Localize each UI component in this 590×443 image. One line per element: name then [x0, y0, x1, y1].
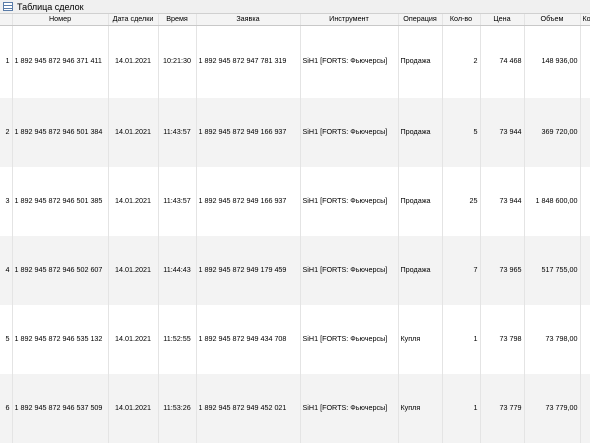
table-row[interactable]: 41 892 945 872 946 502 607 14.01.2021 11:4…: [0, 235, 590, 305]
column-header-volume[interactable]: Объем: [524, 14, 581, 26]
cell-price: 74 468: [480, 25, 525, 98]
cell-quantity: 7: [442, 235, 481, 305]
table-icon: [3, 2, 13, 11]
cell-operation: Купля: [398, 373, 443, 443]
cell-volume: 73 798,00: [524, 304, 581, 374]
cell-order-number: 1 892 945 872 949 166 937: [196, 166, 301, 236]
cell-trade-date: 14.01.2021: [108, 304, 159, 374]
table-row[interactable]: 11 892 945 872 946 371 411 14.01.2021 10:2…: [0, 25, 590, 98]
cell-operation: Продажа: [398, 166, 443, 236]
table-header-row: Номер Дата сделки Время Заявка Инструмен…: [0, 14, 590, 26]
cell-trade-number: 1 892 945 872 946 502 607: [12, 235, 109, 305]
cell-trade-time: 11:52:55: [158, 304, 197, 374]
cell-price: 73 944: [480, 97, 525, 167]
cell-trade-time: 11:44:43: [158, 235, 197, 305]
table-row[interactable]: 21 892 945 872 946 501 384 14.01.2021 11:4…: [0, 97, 590, 167]
cell-instrument: SiH1 [FORTS: Фьючерсы]: [300, 235, 399, 305]
cell-quantity: 1: [442, 304, 481, 374]
cell-row-index: 1: [0, 25, 13, 98]
cell-trade-date: 14.01.2021: [108, 373, 159, 443]
cell-price: 73 944: [480, 166, 525, 236]
column-header-truncated[interactable]: Ко: [580, 14, 590, 26]
cell-trade-date: 14.01.2021: [108, 166, 159, 236]
cell-trade-number: 1 892 945 872 946 501 385: [12, 166, 109, 236]
cell-instrument: SiH1 [FORTS: Фьючерсы]: [300, 166, 399, 236]
window-title: Таблица сделок: [17, 1, 84, 12]
column-header-index[interactable]: [0, 14, 13, 26]
cell-extra: [580, 304, 590, 374]
cell-quantity: 2: [442, 25, 481, 98]
cell-extra: [580, 97, 590, 167]
cell-operation: Продажа: [398, 97, 443, 167]
cell-instrument: SiH1 [FORTS: Фьючерсы]: [300, 97, 399, 167]
cell-trade-number: 1 892 945 872 946 501 384: [12, 97, 109, 167]
cell-price: 73 779: [480, 373, 525, 443]
cell-trade-time: 10:21:30: [158, 25, 197, 98]
cell-trade-time: 11:53:26: [158, 373, 197, 443]
cell-trade-number: 1 892 945 872 946 371 411: [12, 25, 109, 98]
table-body: 11 892 945 872 946 371 411 14.01.2021 10:2…: [0, 25, 590, 443]
column-header-trade-date[interactable]: Дата сделки: [108, 14, 159, 26]
cell-extra: [580, 235, 590, 305]
table-row[interactable]: 61 892 945 872 946 537 509 14.01.2021 11:5…: [0, 373, 590, 443]
window-titlebar[interactable]: Таблица сделок: [0, 0, 590, 14]
cell-trade-time: 11:43:57: [158, 97, 197, 167]
cell-trade-date: 14.01.2021: [108, 97, 159, 167]
cell-row-index: 5: [0, 304, 13, 374]
column-header-order[interactable]: Заявка: [196, 14, 301, 26]
cell-quantity: 5: [442, 97, 481, 167]
cell-trade-time: 11:43:57: [158, 166, 197, 236]
column-header-instrument[interactable]: Инструмент: [300, 14, 399, 26]
cell-order-number: 1 892 945 872 949 434 708: [196, 304, 301, 374]
cell-row-index: 2: [0, 97, 13, 167]
cell-price: 73 798: [480, 304, 525, 374]
trades-window: Таблица сделок Номер Дата сделки Время З…: [0, 0, 590, 443]
cell-quantity: 1: [442, 373, 481, 443]
cell-operation: Купля: [398, 304, 443, 374]
table-row[interactable]: 51 892 945 872 946 535 132 14.01.2021 11:5…: [0, 304, 590, 374]
cell-volume: 369 720,00: [524, 97, 581, 167]
cell-order-number: 1 892 945 872 949 166 937: [196, 97, 301, 167]
cell-operation: Продажа: [398, 235, 443, 305]
cell-instrument: SiH1 [FORTS: Фьючерсы]: [300, 373, 399, 443]
column-header-operation[interactable]: Операция: [398, 14, 443, 26]
column-header-time[interactable]: Время: [158, 14, 197, 26]
cell-order-number: 1 892 945 872 947 781 319: [196, 25, 301, 98]
column-header-price[interactable]: Цена: [480, 14, 525, 26]
cell-trade-date: 14.01.2021: [108, 25, 159, 98]
cell-volume: 148 936,00: [524, 25, 581, 98]
cell-row-index: 6: [0, 373, 13, 443]
cell-quantity: 25: [442, 166, 481, 236]
cell-volume: 73 779,00: [524, 373, 581, 443]
cell-extra: [580, 373, 590, 443]
cell-volume: 1 848 600,00: [524, 166, 581, 236]
column-header-number[interactable]: Номер: [12, 14, 109, 26]
cell-price: 73 965: [480, 235, 525, 305]
cell-row-index: 3: [0, 166, 13, 236]
table-row[interactable]: 31 892 945 872 946 501 385 14.01.2021 11:4…: [0, 166, 590, 236]
column-header-quantity[interactable]: Кол-во: [442, 14, 481, 26]
trades-table: Номер Дата сделки Время Заявка Инструмен…: [0, 14, 590, 443]
cell-trade-number: 1 892 945 872 946 535 132: [12, 304, 109, 374]
cell-trade-number: 1 892 945 872 946 537 509: [12, 373, 109, 443]
cell-order-number: 1 892 945 872 949 452 021: [196, 373, 301, 443]
cell-row-index: 4: [0, 235, 13, 305]
cell-extra: [580, 166, 590, 236]
cell-extra: [580, 25, 590, 98]
cell-volume: 517 755,00: [524, 235, 581, 305]
cell-operation: Продажа: [398, 25, 443, 98]
cell-instrument: SiH1 [FORTS: Фьючерсы]: [300, 304, 399, 374]
cell-order-number: 1 892 945 872 949 179 459: [196, 235, 301, 305]
cell-instrument: SiH1 [FORTS: Фьючерсы]: [300, 25, 399, 98]
cell-trade-date: 14.01.2021: [108, 235, 159, 305]
